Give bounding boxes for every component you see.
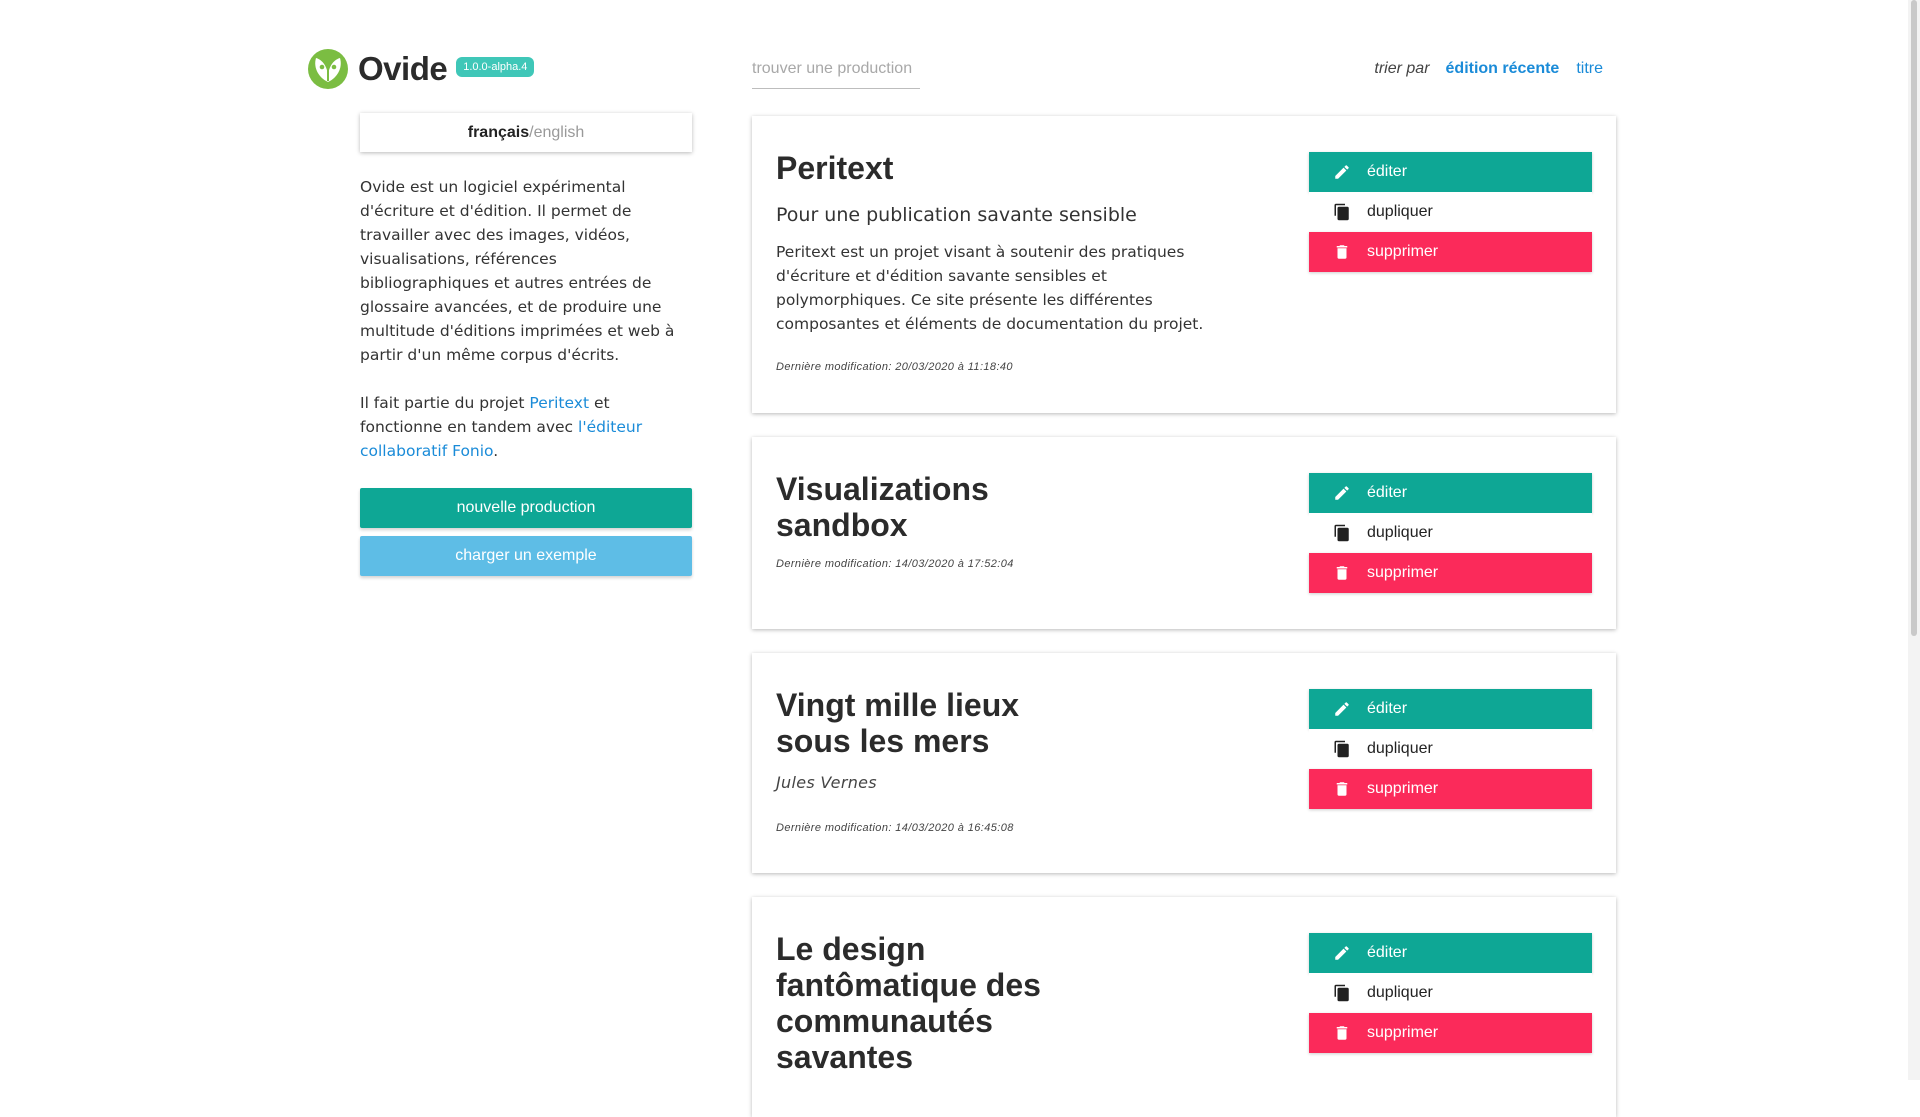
pencil-icon — [1333, 700, 1351, 718]
copy-icon — [1333, 524, 1351, 542]
production-title[interactable]: Vingt mille lieux sous les mers — [776, 687, 1076, 759]
production-card: Vingt mille lieux sous les mers Jules Ve… — [752, 653, 1616, 873]
production-actions: éditer dupliquer supprimer — [1309, 933, 1592, 1053]
edit-button[interactable]: éditer — [1309, 933, 1592, 973]
intro-text: Ovide est un logiciel expérimental d'écr… — [360, 175, 680, 487]
delete-button[interactable]: supprimer — [1309, 553, 1592, 593]
production-subtitle: Pour une publication savante sensible — [776, 204, 1137, 226]
production-modified-date: Dernière modification: 14/03/2020 à 17:5… — [776, 558, 1014, 570]
app-title: Ovide — [358, 50, 448, 87]
copy-icon — [1333, 203, 1351, 221]
copy-icon — [1333, 984, 1351, 1002]
edit-button[interactable]: éditer — [1309, 152, 1592, 192]
production-card: Peritext Pour une publication savante se… — [752, 116, 1616, 413]
page-scrollbar[interactable] — [1908, 0, 1920, 1080]
delete-label: supprimer — [1367, 564, 1439, 581]
duplicate-label: dupliquer — [1367, 984, 1433, 1001]
edit-button[interactable]: éditer — [1309, 473, 1592, 513]
pencil-icon — [1333, 484, 1351, 502]
peritext-link[interactable]: Peritext — [529, 394, 589, 412]
edit-label: éditer — [1367, 484, 1408, 501]
copy-icon — [1333, 740, 1351, 758]
edit-label: éditer — [1367, 944, 1408, 961]
edit-label: éditer — [1367, 163, 1408, 180]
delete-button[interactable]: supprimer — [1309, 232, 1592, 272]
trash-icon — [1333, 780, 1351, 798]
sort-title[interactable]: titre — [1576, 60, 1603, 78]
load-example-button[interactable]: charger un exemple — [360, 536, 692, 576]
delete-label: supprimer — [1367, 243, 1439, 260]
delete-button[interactable]: supprimer — [1309, 1013, 1592, 1053]
trash-icon — [1333, 243, 1351, 261]
edit-button[interactable]: éditer — [1309, 689, 1592, 729]
production-title[interactable]: Le design fantômatique des communautés s… — [776, 931, 1076, 1075]
intro-p2-before: Il fait partie du projet — [360, 394, 530, 412]
new-production-button[interactable]: nouvelle production — [360, 488, 692, 528]
scrollbar-thumb[interactable] — [1911, 0, 1917, 636]
edit-label: éditer — [1367, 700, 1408, 717]
delete-button[interactable]: supprimer — [1309, 769, 1592, 809]
production-actions: éditer dupliquer supprimer — [1309, 473, 1592, 593]
intro-paragraph-1: Ovide est un logiciel expérimental d'écr… — [360, 178, 675, 364]
sort-label: trier par — [1374, 60, 1430, 77]
language-switch: français / english — [360, 113, 692, 152]
production-author: Jules Vernes — [776, 773, 877, 792]
intro-p2-after: . — [493, 442, 499, 460]
duplicate-label: dupliquer — [1367, 524, 1433, 541]
duplicate-button[interactable]: dupliquer — [1309, 729, 1592, 769]
production-modified-date: Dernière modification: 14/03/2020 à 16:4… — [776, 822, 1014, 834]
production-card: Visualizations sandbox Dernière modifica… — [752, 437, 1616, 629]
duplicate-button[interactable]: dupliquer — [1309, 973, 1592, 1013]
production-modified-date: Dernière modification: 20/03/2020 à 11:1… — [776, 361, 1013, 373]
production-title[interactable]: Peritext — [776, 150, 1076, 186]
pencil-icon — [1333, 944, 1351, 962]
production-title[interactable]: Visualizations sandbox — [776, 471, 1076, 543]
intro-paragraph-2: Il fait partie du projet Peritext et fon… — [360, 391, 680, 463]
duplicate-button[interactable]: dupliquer — [1309, 513, 1592, 553]
duplicate-label: dupliquer — [1367, 203, 1433, 220]
production-actions: éditer dupliquer supprimer — [1309, 152, 1592, 272]
production-card: Le design fantômatique des communautés s… — [752, 897, 1616, 1117]
version-badge: 1.0.0-alpha.4 — [456, 57, 535, 77]
duplicate-label: dupliquer — [1367, 740, 1433, 757]
production-description: Peritext est un projet visant à soutenir… — [776, 243, 1204, 333]
language-english[interactable]: english — [534, 124, 585, 142]
delete-label: supprimer — [1367, 1024, 1439, 1041]
trash-icon — [1333, 1024, 1351, 1042]
language-francais[interactable]: français — [468, 124, 529, 142]
sort-controls: trier par édition récente titre — [1374, 60, 1603, 78]
production-actions: éditer dupliquer supprimer — [1309, 689, 1592, 809]
delete-label: supprimer — [1367, 780, 1439, 797]
sort-recent-edition[interactable]: édition récente — [1446, 60, 1560, 78]
trash-icon — [1333, 564, 1351, 582]
brand: Ovide 1.0.0-alpha.4 — [307, 48, 535, 90]
search-input[interactable] — [752, 55, 920, 89]
butterfly-leaf-logo-icon — [308, 49, 348, 89]
duplicate-button[interactable]: dupliquer — [1309, 192, 1592, 232]
pencil-icon — [1333, 163, 1351, 181]
